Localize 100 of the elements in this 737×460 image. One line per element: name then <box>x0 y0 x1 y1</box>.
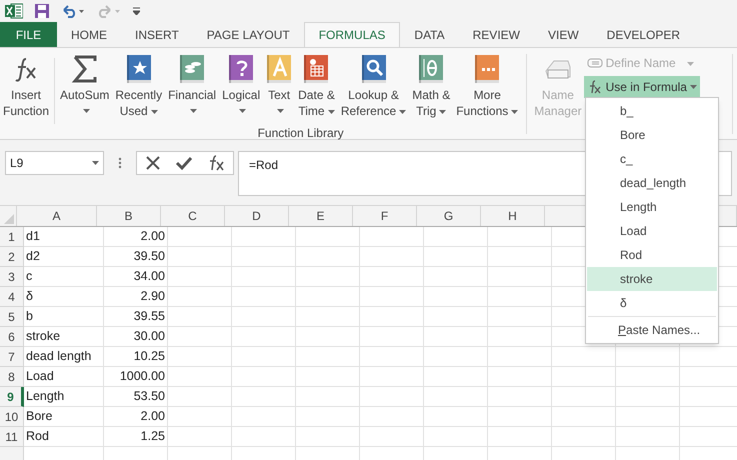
ribbon-tab[interactable]: REVIEW <box>458 22 534 47</box>
caret-icon <box>150 110 158 114</box>
ribbon-tab[interactable]: FORMULAS <box>304 22 400 47</box>
ribbon-button[interactable]: Lookup & Reference <box>338 48 410 126</box>
table-cell: Length <box>24 387 104 407</box>
menu-item[interactable]: Load <box>587 219 717 243</box>
table-cell: d2 <box>24 247 104 267</box>
ribbon-tab[interactable]: PAGE LAYOUT <box>192 22 304 47</box>
table-cell <box>232 267 296 287</box>
save-icon[interactable] <box>35 4 49 18</box>
close-icon[interactable] <box>145 155 161 171</box>
table-cell <box>488 327 552 347</box>
table-cell <box>168 327 232 347</box>
menu-item[interactable]: δ <box>587 291 717 315</box>
ribbon-button[interactable]: Financial <box>165 48 220 126</box>
spreadsheet-logo-icon[interactable] <box>5 3 23 19</box>
table-cell: 2.90 <box>104 287 168 307</box>
customize-toolbar-icon[interactable] <box>133 7 140 15</box>
letter-book-icon <box>266 55 292 83</box>
table-cell <box>360 387 424 407</box>
group-label: Function Library <box>258 126 344 140</box>
table-cell: 53.50 <box>104 387 168 407</box>
ribbon-button[interactable]: AutoSum <box>57 48 112 126</box>
column-header[interactable]: E <box>289 206 353 226</box>
table-cell <box>168 367 232 387</box>
ribbon-button[interactable]: Text <box>263 48 296 126</box>
table-cell <box>488 407 552 427</box>
table-cell <box>424 227 488 247</box>
row-header[interactable]: 3 <box>0 267 24 287</box>
ribbon-button[interactable]: Date & Time <box>295 48 338 126</box>
menu-item[interactable]: Length <box>587 195 717 219</box>
table-cell: 2.00 <box>104 407 168 427</box>
table-cell <box>168 287 232 307</box>
row-header[interactable]: 9 <box>0 387 24 407</box>
ribbon-tab[interactable]: DATA <box>400 22 459 47</box>
table-cell <box>296 267 360 287</box>
table-cell <box>424 267 488 287</box>
table-cell <box>360 247 424 267</box>
file-tab[interactable]: FILE <box>0 22 57 47</box>
ribbon-button[interactable]: Insert Function <box>0 48 52 126</box>
table-cell <box>488 427 552 447</box>
column-header[interactable]: A <box>17 206 97 226</box>
magnifier-book-icon <box>360 55 387 83</box>
table-cell <box>424 347 488 367</box>
row-header[interactable]: 10 <box>0 407 24 427</box>
row-header[interactable]: 5 <box>0 307 24 327</box>
table-cell <box>296 327 360 347</box>
table-cell <box>360 327 424 347</box>
function-icon[interactable] <box>207 155 225 171</box>
row-header[interactable]: 7 <box>0 347 24 367</box>
row-header[interactable]: 4 <box>0 287 24 307</box>
checkmark-icon[interactable] <box>175 155 193 171</box>
table-cell: 10.25 <box>104 347 168 367</box>
table-cell: d1 <box>24 227 104 247</box>
column-header[interactable]: D <box>225 206 289 226</box>
row-header[interactable]: 6 <box>0 327 24 347</box>
table-cell <box>552 407 616 427</box>
ribbon-tab[interactable]: INSERT <box>121 22 193 47</box>
use-in-formula-button[interactable]: Use in Formula <box>584 76 700 98</box>
row-header[interactable]: 1 <box>0 227 24 247</box>
ribbon-tab[interactable]: VIEW <box>534 22 593 47</box>
table-cell <box>232 347 296 367</box>
ribbon-tab[interactable]: DEVELOPER <box>592 22 694 47</box>
more-options-icon[interactable] <box>118 157 122 169</box>
row-header[interactable]: 11 <box>0 427 24 447</box>
column-header[interactable]: C <box>161 206 225 226</box>
menu-item[interactable]: Bore <box>587 123 717 147</box>
row-header[interactable]: 2 <box>0 247 24 267</box>
table-cell: Bore <box>24 407 104 427</box>
table-cell <box>552 427 616 447</box>
ribbon-button[interactable]: Logical <box>219 48 264 126</box>
menu-item[interactable]: Rod <box>587 243 717 267</box>
table-cell: Load <box>24 367 104 387</box>
table-cell <box>232 247 296 267</box>
table-cell <box>616 387 680 407</box>
menu-item[interactable]: Paste Names... <box>586 318 718 342</box>
table-cell <box>552 367 616 387</box>
table-cell <box>168 307 232 327</box>
table-cell <box>488 387 552 407</box>
table-cell <box>616 347 680 367</box>
column-header[interactable]: B <box>97 206 161 226</box>
column-header[interactable]: G <box>417 206 481 226</box>
ribbon-button[interactable]: Recently Used <box>112 48 166 126</box>
table-cell: 1.25 <box>104 427 168 447</box>
name-box[interactable]: L9 <box>5 151 104 175</box>
column-header[interactable]: H <box>481 206 545 226</box>
calendar-book-icon <box>303 55 330 83</box>
row-header[interactable]: 8 <box>0 367 24 387</box>
ribbon-button[interactable]: Math & Trig <box>409 48 454 126</box>
ribbon-tab[interactable]: HOME <box>57 22 121 47</box>
menu-item[interactable]: b_ <box>587 99 717 123</box>
table-cell <box>296 407 360 427</box>
table-cell <box>168 347 232 367</box>
undo-icon[interactable] <box>61 4 85 18</box>
caret-icon <box>82 109 90 113</box>
table-cell <box>360 407 424 427</box>
ribbon-button[interactable]: More Functions <box>453 48 522 126</box>
menu-item[interactable]: dead_length <box>587 171 717 195</box>
menu-item[interactable]: stroke <box>587 267 717 291</box>
column-header[interactable]: F <box>353 206 417 226</box>
